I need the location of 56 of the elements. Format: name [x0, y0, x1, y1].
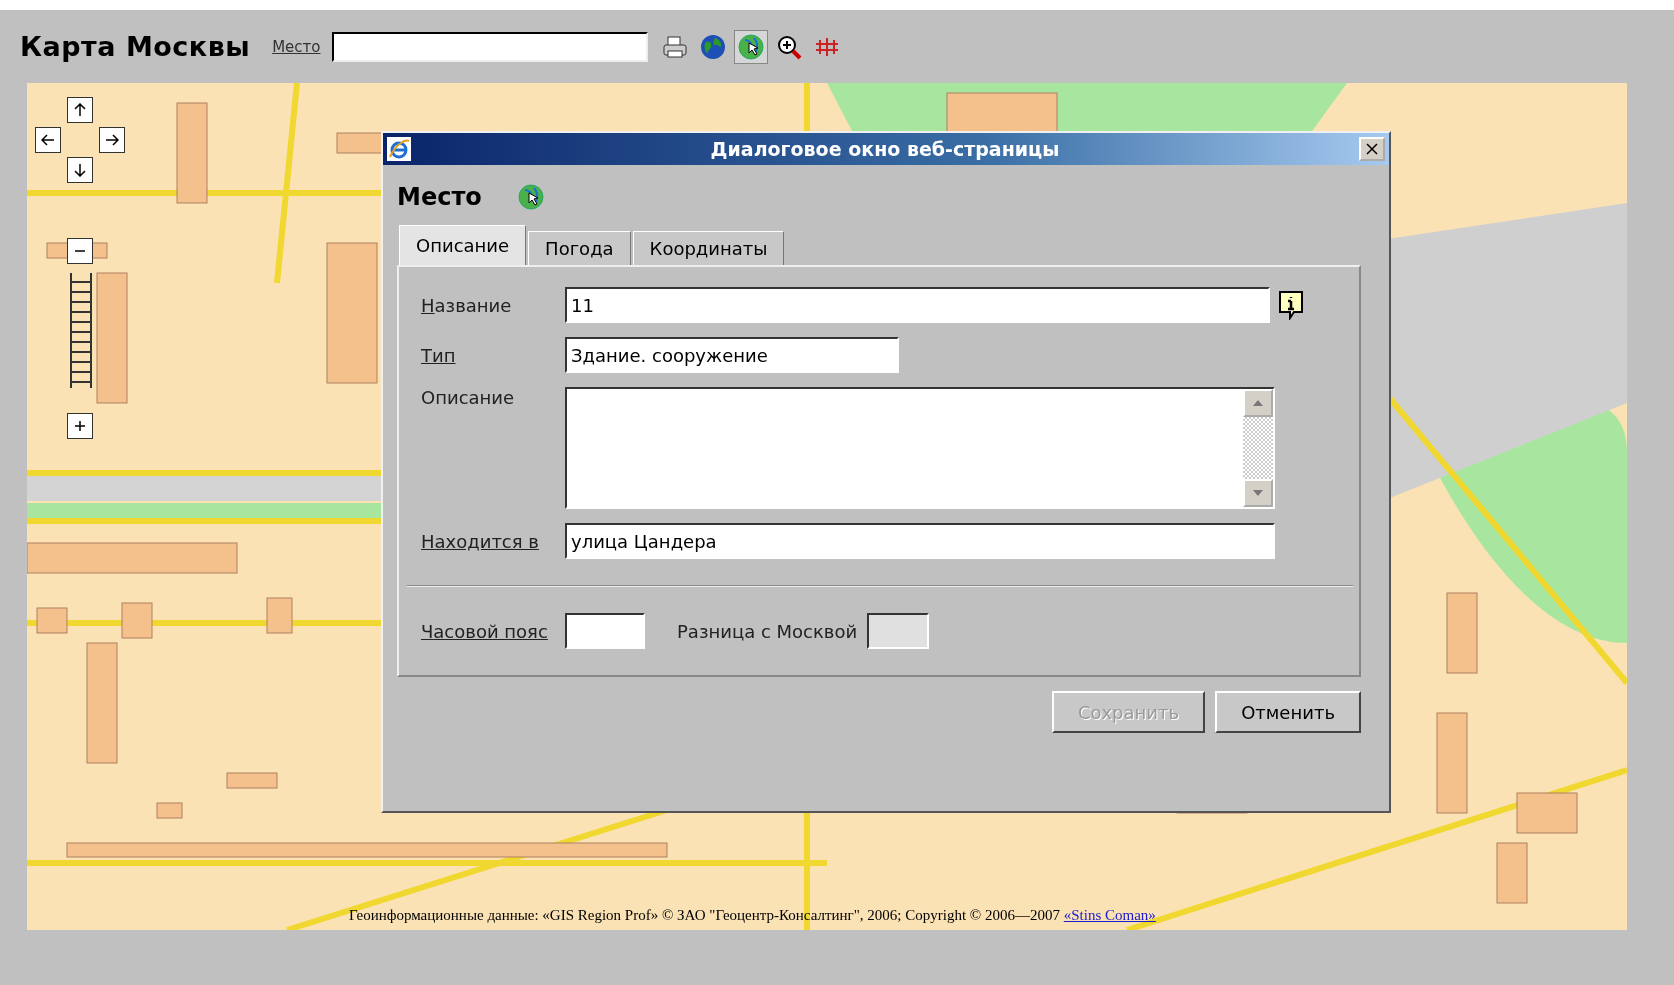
field-label: Разница с Москвой	[677, 620, 858, 642]
type-field[interactable]: Здание. сооружение	[565, 337, 899, 373]
building-shape	[121, 602, 153, 639]
scrollbar[interactable]	[1243, 389, 1273, 507]
pan-left-button[interactable]	[35, 127, 61, 153]
building-shape	[266, 597, 293, 634]
scroll-up-button[interactable]	[1243, 389, 1273, 417]
place-link[interactable]: Место	[272, 37, 321, 56]
building-shape	[1516, 792, 1578, 834]
building-shape	[36, 607, 68, 634]
globe-cursor-icon	[517, 184, 544, 210]
tab[interactable]: Описание	[399, 225, 527, 265]
zoom-in-button[interactable]	[67, 413, 93, 439]
located-in-field[interactable]: улица Цандера	[565, 523, 1275, 559]
minus-icon	[74, 250, 86, 252]
tab[interactable]: Погода	[528, 231, 631, 265]
scroll-down-button[interactable]	[1243, 479, 1273, 507]
building-shape	[226, 772, 278, 789]
triangle-down-icon	[1253, 490, 1263, 496]
globe-icon	[700, 33, 727, 60]
info-icon[interactable]	[1278, 290, 1304, 320]
close-icon	[1365, 142, 1379, 156]
toolbar-button[interactable]	[734, 29, 769, 64]
arrow-left-icon	[41, 133, 55, 147]
page-title: Карта Москвы	[20, 31, 251, 62]
building-shape	[156, 802, 183, 819]
building-shape	[1496, 842, 1528, 904]
attribution-text: Геоинформационные данные: «GIS Region Prof» © ЗАО "Геоцентр-Консалтинг", 2006; Copyright © 2006—2007 «Stins Coman»	[349, 907, 1156, 924]
close-button[interactable]	[1359, 137, 1385, 161]
globe-cursor-icon	[738, 33, 765, 60]
triangle-up-icon	[1253, 400, 1263, 406]
arrow-down-icon	[73, 163, 87, 177]
timezone-field[interactable]	[565, 613, 645, 649]
pan-right-button[interactable]	[99, 127, 125, 153]
field-label: Тип	[421, 344, 457, 366]
place-search-field[interactable]	[332, 31, 649, 62]
zoom-out-button[interactable]	[67, 238, 93, 264]
printer-icon	[662, 34, 689, 59]
stins-coman-link[interactable]: «Stins Coman»	[1063, 907, 1156, 923]
field-label: Находится в	[421, 530, 540, 552]
dialog-button[interactable]: Отменить	[1215, 691, 1361, 733]
name-field[interactable]: 11	[565, 287, 1270, 323]
pan-down-button[interactable]	[67, 157, 93, 183]
zoom-in-icon	[776, 33, 803, 60]
tab[interactable]: Координаты	[632, 231, 785, 265]
browser-logo-icon	[387, 137, 411, 161]
arrow-right-icon	[105, 133, 119, 147]
plus-icon	[74, 420, 86, 432]
arrow-up-icon	[73, 103, 87, 117]
field-label: Часовой пояс	[421, 620, 549, 642]
dialog-title: Диалоговое окно веб-страницы	[709, 138, 1061, 160]
pan-up-button[interactable]	[67, 97, 93, 123]
field-label: Описание	[421, 387, 516, 408]
dialog-heading: Место	[397, 183, 482, 211]
field-label: Название	[421, 294, 513, 316]
description-field[interactable]	[565, 387, 1275, 509]
